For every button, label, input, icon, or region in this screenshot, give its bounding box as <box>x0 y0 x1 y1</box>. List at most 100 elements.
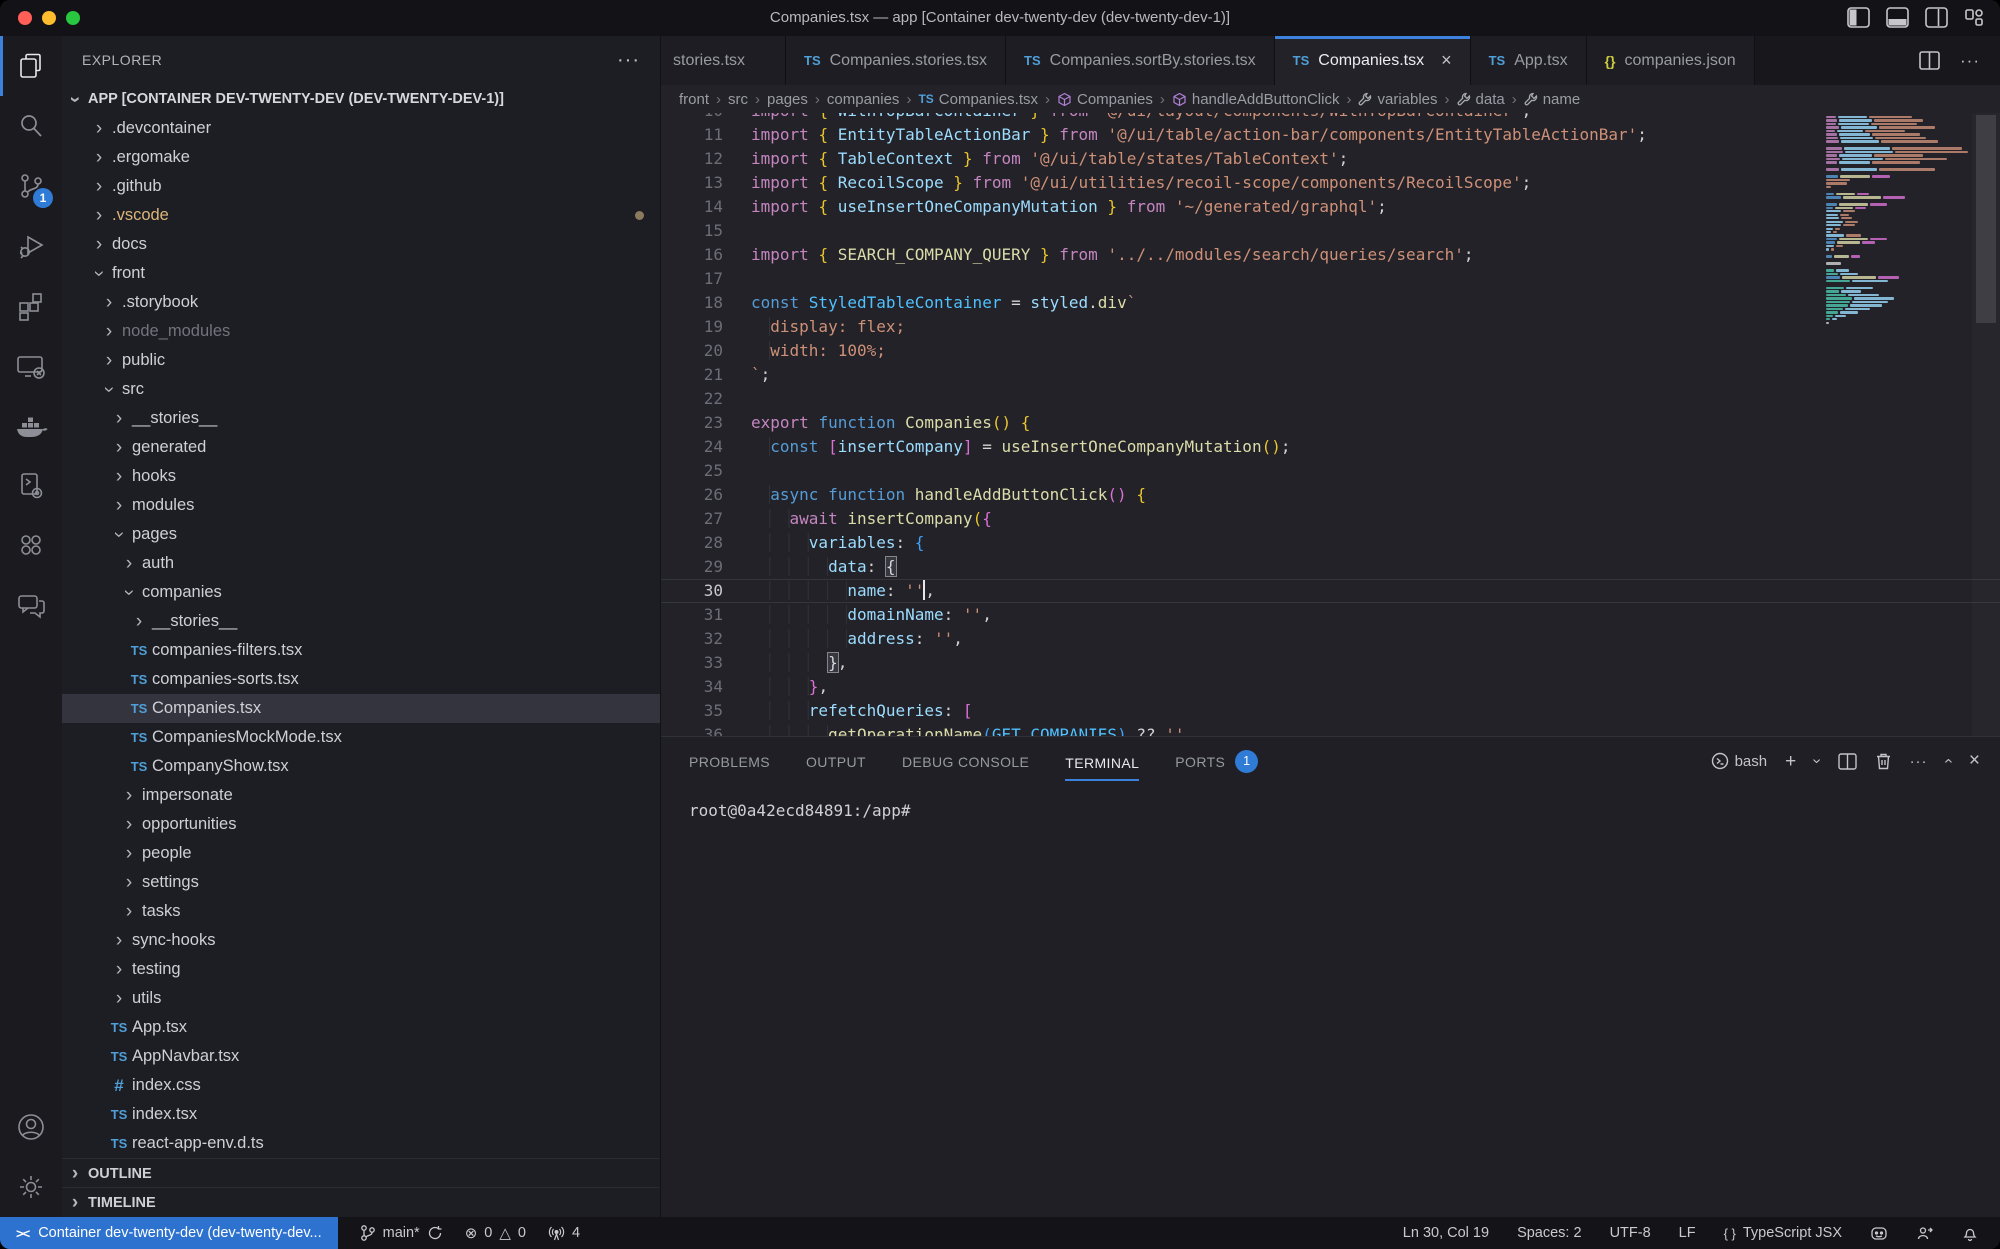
panel-tab-output[interactable]: OUTPUT <box>806 737 866 785</box>
panel-more-icon[interactable]: ··· <box>1910 753 1928 770</box>
tree-folder-opportunities[interactable]: ›opportunities <box>62 810 660 839</box>
tree-folder--devcontainer[interactable]: ›.devcontainer <box>62 114 660 143</box>
tree-folder-front[interactable]: ›front <box>62 259 660 288</box>
settings-button[interactable] <box>0 1157 62 1217</box>
zoom-window-button[interactable] <box>66 11 80 25</box>
tab-app-tsx[interactable]: TSApp.tsx <box>1471 36 1587 85</box>
tree-folder-auth[interactable]: ›auth <box>62 549 660 578</box>
code-line-30[interactable]: 30 name: '', <box>661 579 2000 603</box>
code-line-36[interactable]: 36 getOperationName(GET_COMPANIES) ?? ''… <box>661 723 2000 736</box>
tree-folder--github[interactable]: ›.github <box>62 172 660 201</box>
notifications-status[interactable] <box>1962 1225 1978 1242</box>
code-line-25[interactable]: 25 <box>661 459 2000 483</box>
terminal-prompt[interactable]: root@0a42ecd84891:/app# <box>689 801 911 820</box>
close-tab-icon[interactable]: × <box>1441 50 1452 71</box>
tree-folder-settings[interactable]: ›settings <box>62 868 660 897</box>
editor-scrollbar[interactable] <box>1972 113 2000 736</box>
maximize-panel-icon[interactable]: › <box>1939 758 1957 763</box>
editor-more-icon[interactable]: ··· <box>1960 51 1980 71</box>
tree-folder--ergomake[interactable]: ›.ergomake <box>62 143 660 172</box>
code-line-13[interactable]: 13import { RecoilScope } from '@/ui/util… <box>661 171 2000 195</box>
breadcrumb-item-src[interactable]: src <box>728 91 748 108</box>
tree-file-index-tsx[interactable]: TSindex.tsx <box>62 1100 660 1129</box>
toggle-panel-icon[interactable] <box>1886 7 1909 28</box>
split-terminal-icon[interactable] <box>1838 753 1857 770</box>
tree-folder-modules[interactable]: ›modules <box>62 491 660 520</box>
indentation-status[interactable]: Spaces: 2 <box>1517 1225 1582 1241</box>
code-line-10[interactable]: 10import { WithTopBarContainer } from '@… <box>661 113 2000 123</box>
close-window-button[interactable] <box>18 11 32 25</box>
code-line-19[interactable]: 19 display: flex; <box>661 315 2000 339</box>
tree-file-companies-tsx[interactable]: TSCompanies.tsx <box>62 694 660 723</box>
code-line-24[interactable]: 24 const [insertCompany] = useInsertOneC… <box>661 435 2000 459</box>
explorer-more-icon[interactable]: ··· <box>617 49 640 72</box>
terminal-shell-selector[interactable]: bash <box>1711 752 1768 770</box>
tree-folder-tasks[interactable]: ›tasks <box>62 897 660 926</box>
close-panel-icon[interactable]: × <box>1969 750 1980 772</box>
breadcrumb-item-handleaddbuttonclick[interactable]: handleAddButtonClick <box>1172 91 1340 108</box>
code-line-29[interactable]: 29 data: { <box>661 555 2000 579</box>
toggle-sidebar-icon[interactable] <box>1847 7 1870 28</box>
activity-extensions[interactable] <box>0 276 62 336</box>
tree-file-appnavbar-tsx[interactable]: TSAppNavbar.tsx <box>62 1042 660 1071</box>
tree-folder-hooks[interactable]: ›hooks <box>62 462 660 491</box>
tree-folder--storybook[interactable]: ›.storybook <box>62 288 660 317</box>
tab-stories-tsx[interactable]: stories.tsx <box>661 36 786 85</box>
customize-layout-icon[interactable] <box>1964 7 1984 28</box>
ports-status[interactable]: 4 <box>548 1225 580 1241</box>
tree-file-companiesmockmode-tsx[interactable]: TSCompaniesMockMode.tsx <box>62 723 660 752</box>
tree-file-app-tsx[interactable]: TSApp.tsx <box>62 1013 660 1042</box>
tree-file-companies-sorts-tsx[interactable]: TScompanies-sorts.tsx <box>62 665 660 694</box>
minimize-window-button[interactable] <box>42 11 56 25</box>
new-terminal-icon[interactable]: + <box>1785 752 1796 771</box>
encoding-status[interactable]: UTF-8 <box>1610 1225 1651 1241</box>
tab-companies-tsx[interactable]: TSCompanies.tsx× <box>1275 36 1471 85</box>
feedback-status[interactable] <box>1916 1225 1934 1242</box>
code-line-28[interactable]: 28 variables: { <box>661 531 2000 555</box>
tree-folder-testing[interactable]: ›testing <box>62 955 660 984</box>
tree-folder-src[interactable]: ›src <box>62 375 660 404</box>
code-line-32[interactable]: 32 address: '', <box>661 627 2000 651</box>
activity-run-debug[interactable] <box>0 216 62 276</box>
tree-folder-node-modules[interactable]: ›node_modules <box>62 317 660 346</box>
code-line-23[interactable]: 23export function Companies() { <box>661 411 2000 435</box>
breadcrumb-item-companies-tsx[interactable]: TSCompanies.tsx <box>918 91 1038 108</box>
tab-companies-stories-tsx[interactable]: TSCompanies.stories.tsx <box>786 36 1006 85</box>
eol-status[interactable]: LF <box>1679 1225 1696 1241</box>
tab-companies-sortby-stories-tsx[interactable]: TSCompanies.sortBy.stories.tsx <box>1006 36 1275 85</box>
tree-folder-pages[interactable]: ›pages <box>62 520 660 549</box>
activity-explorer[interactable] <box>0 36 62 96</box>
sync-icon[interactable] <box>427 1225 443 1241</box>
cursor-position-status[interactable]: Ln 30, Col 19 <box>1403 1225 1489 1241</box>
tree-folder-docs[interactable]: ›docs <box>62 230 660 259</box>
tree-folder-companies[interactable]: ›companies <box>62 578 660 607</box>
activity-remote-explorer[interactable] <box>0 336 62 396</box>
code-line-15[interactable]: 15 <box>661 219 2000 243</box>
accounts-button[interactable] <box>0 1097 62 1157</box>
tab-companies-json[interactable]: {}companies.json <box>1587 36 1755 85</box>
breadcrumb-item-variables[interactable]: variables <box>1358 91 1437 108</box>
branch-status[interactable]: main* <box>360 1224 443 1242</box>
toggle-secondary-sidebar-icon[interactable] <box>1925 7 1948 28</box>
tree-folder-people[interactable]: ›people <box>62 839 660 868</box>
language-status[interactable]: { } TypeScript JSX <box>1724 1225 1842 1241</box>
code-line-27[interactable]: 27 await insertCompany({ <box>661 507 2000 531</box>
breadcrumb-item-companies[interactable]: Companies <box>1057 91 1153 108</box>
breadcrumb-item-data[interactable]: data <box>1457 91 1505 108</box>
tree-folder-generated[interactable]: ›generated <box>62 433 660 462</box>
code-line-33[interactable]: 33 }, <box>661 651 2000 675</box>
panel-tab-ports[interactable]: PORTS1 <box>1175 737 1258 785</box>
split-editor-icon[interactable] <box>1919 51 1940 70</box>
tree-folder-impersonate[interactable]: ›impersonate <box>62 781 660 810</box>
breadcrumb-item-companies[interactable]: companies <box>827 91 900 108</box>
panel-tab-terminal[interactable]: TERMINAL <box>1065 737 1139 785</box>
activity-docker[interactable] <box>0 396 62 456</box>
code-line-21[interactable]: 21`; <box>661 363 2000 387</box>
workspace-section-header[interactable]: › APP [CONTAINER DEV-TWENTY-DEV (DEV-TWE… <box>62 84 660 114</box>
code-line-14[interactable]: 14import { useInsertOneCompanyMutation }… <box>661 195 2000 219</box>
outline-section[interactable]: › OUTLINE <box>62 1158 660 1188</box>
tree-folder-sync-hooks[interactable]: ›sync-hooks <box>62 926 660 955</box>
breadcrumb-item-name[interactable]: name <box>1524 91 1581 108</box>
kill-terminal-icon[interactable] <box>1875 752 1892 770</box>
tree-folder-utils[interactable]: ›utils <box>62 984 660 1013</box>
